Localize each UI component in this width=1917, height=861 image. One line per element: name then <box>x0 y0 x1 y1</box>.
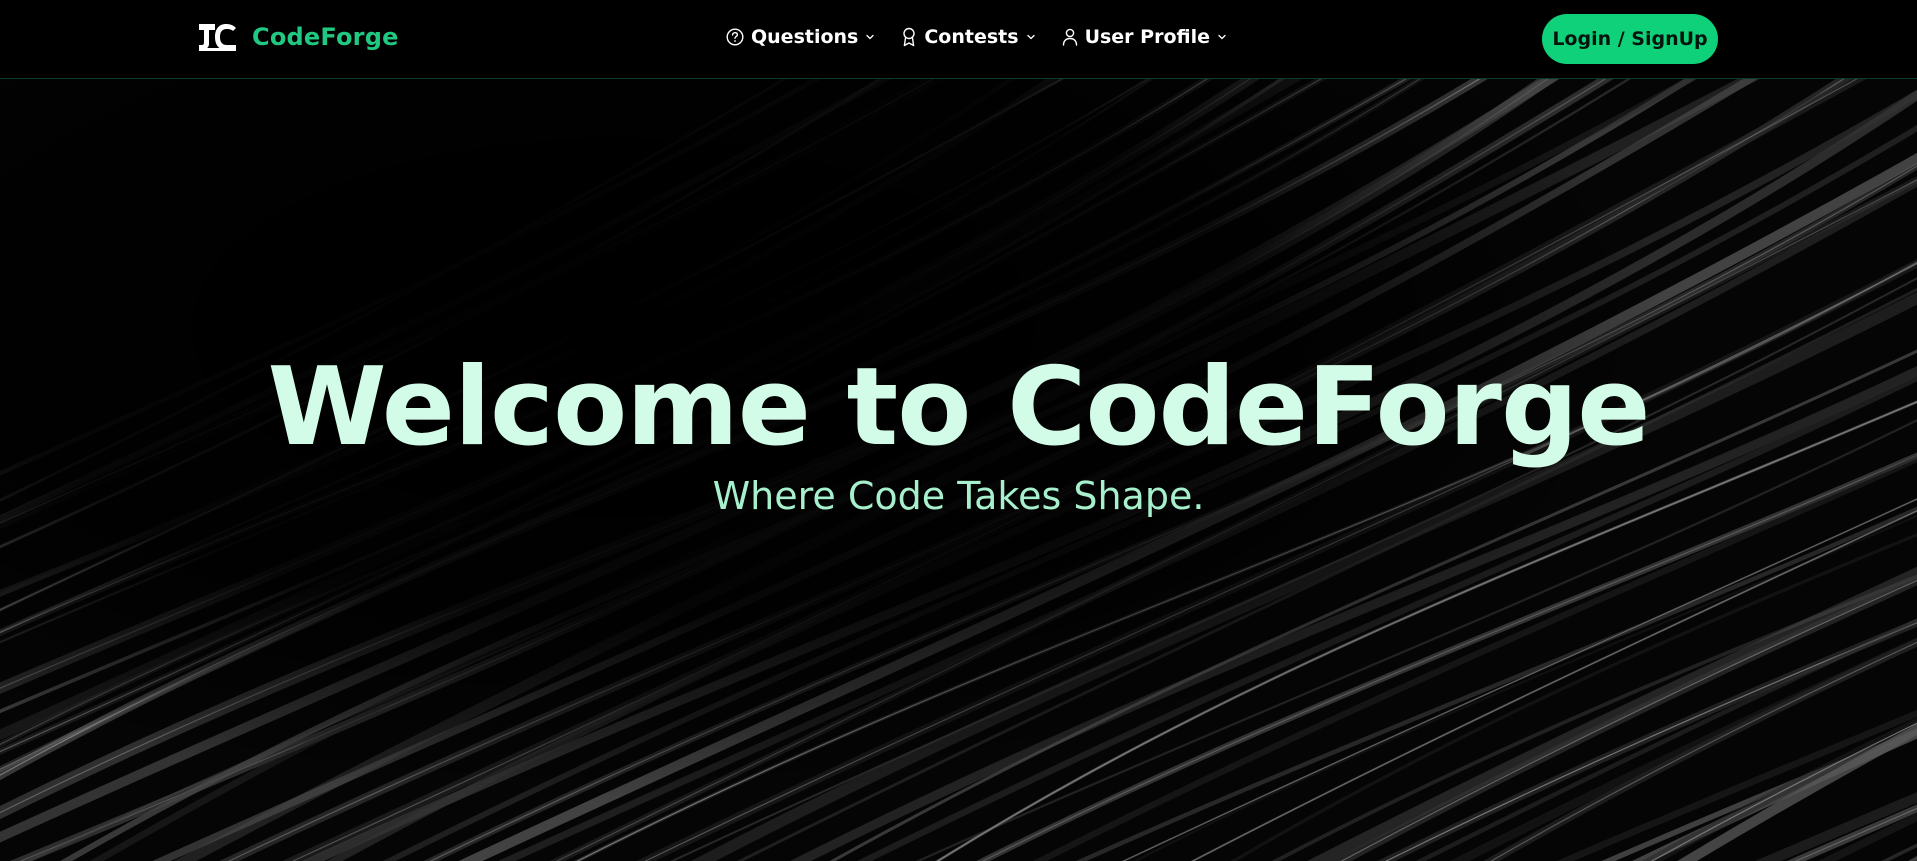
chevron-down-icon <box>1026 34 1035 40</box>
user-icon <box>1062 28 1077 46</box>
nav-item-questions[interactable]: Questions <box>726 26 875 48</box>
brand-home-link[interactable]: CodeForge <box>197 22 399 52</box>
nav-item-user-profile[interactable]: User Profile <box>1062 26 1227 48</box>
chevron-down-icon <box>866 34 875 40</box>
top-navbar: CodeForge Questions Contests User Profil… <box>0 0 1917 79</box>
nav-label-user-profile: User Profile <box>1084 26 1211 48</box>
question-circle-icon <box>726 28 744 46</box>
landing-page: CodeForge Questions Contests User Profil… <box>0 0 1917 861</box>
chevron-down-icon <box>1218 34 1226 40</box>
login-signup-button[interactable]: Login / SignUp <box>1542 14 1718 64</box>
nav-label-contests: Contests <box>924 26 1019 48</box>
cf-logo-icon <box>199 24 236 51</box>
brand-name: CodeForge <box>252 23 399 51</box>
hero-title: Welcome to CodeForge <box>267 345 1651 470</box>
award-ribbon-icon <box>903 27 916 47</box>
nav-item-contests[interactable]: Contests <box>901 26 1035 48</box>
hero-subtitle: Where Code Takes Shape. <box>712 474 1205 518</box>
main-nav: Questions Contests User Profile <box>726 26 1227 48</box>
nav-label-questions: Questions <box>751 26 859 48</box>
